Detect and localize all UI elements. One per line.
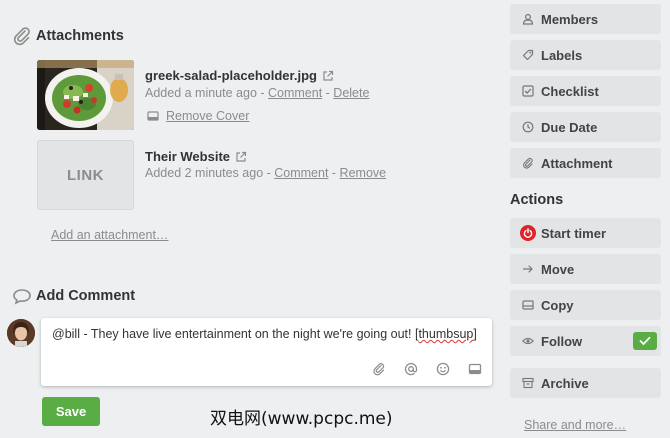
card-icon[interactable] — [468, 362, 482, 376]
attachments-header: Attachments — [12, 26, 124, 46]
sidebar-start-timer-button[interactable]: Start timer — [510, 218, 661, 248]
attachment-label: Attachment — [541, 155, 613, 171]
labels-label: Labels — [541, 47, 583, 63]
attachment-thumbnail-salad[interactable] — [37, 60, 134, 130]
attachment-added-time: Added 2 minutes ago — [145, 166, 264, 180]
attachment-meta: Added 2 minutes ago - Comment - Remove — [145, 166, 386, 180]
archive-icon — [522, 377, 534, 389]
person-icon — [522, 13, 534, 25]
comment-toolbar — [372, 362, 482, 376]
comment-text-main: @bill - They have live entertainment on … — [52, 327, 419, 341]
attachment-comment-link[interactable]: Comment — [268, 86, 322, 100]
paperclip-icon — [13, 27, 30, 46]
card-cover-icon — [147, 111, 159, 121]
attachment-title[interactable]: Their Website — [145, 149, 247, 164]
actions-title: Actions — [510, 192, 564, 208]
separator: - — [256, 86, 268, 100]
attachment-delete-link[interactable]: Delete — [333, 86, 369, 100]
sidebar-copy-button[interactable]: Copy — [510, 290, 661, 320]
add-comment-header: Add Comment — [12, 286, 135, 306]
sidebar-move-button[interactable]: Move — [510, 254, 661, 284]
sidebar-attachment-button[interactable]: Attachment — [510, 148, 661, 178]
attachment-name-link[interactable]: greek-salad-placeholder.jpg — [145, 68, 317, 83]
archive-label: Archive — [541, 375, 589, 391]
eye-icon — [522, 337, 534, 345]
checklist-label: Checklist — [541, 83, 599, 99]
attachment-added-time: Added a minute ago — [145, 86, 257, 100]
external-link-icon[interactable] — [235, 151, 247, 163]
attachment-title[interactable]: greek-salad-placeholder.jpg — [145, 68, 334, 83]
copy-label: Copy — [541, 297, 574, 313]
tag-icon — [522, 49, 534, 61]
sidebar-archive-button[interactable]: Archive — [510, 368, 661, 398]
sidebar-members-button[interactable]: Members — [510, 4, 661, 34]
speech-bubble-icon — [13, 289, 31, 305]
comment-text[interactable]: @bill - They have live entertainment on … — [52, 327, 477, 341]
sidebar-checklist-button[interactable]: Checklist — [510, 76, 661, 106]
emoji-icon[interactable] — [436, 362, 450, 376]
power-icon — [520, 225, 536, 241]
members-label: Members — [541, 11, 599, 27]
comment-text-end: ] — [473, 327, 477, 341]
checkmark-icon — [639, 336, 651, 346]
arrow-right-icon — [522, 265, 533, 273]
separator: - — [263, 166, 275, 180]
attachments-title: Attachments — [36, 28, 124, 44]
watermark-text: 双电网(www.pcpc.me) — [210, 409, 393, 429]
mention-icon[interactable] — [404, 362, 418, 376]
start-timer-label: Start timer — [541, 225, 607, 241]
copy-icon — [522, 300, 534, 310]
sidebar-follow-button[interactable]: Follow — [510, 326, 661, 356]
checkbox-icon — [522, 85, 534, 97]
due-date-label: Due Date — [541, 119, 598, 135]
comment-text-misspelled: thumbsup — [418, 327, 474, 341]
clock-icon — [522, 121, 534, 133]
comment-input[interactable]: @bill - They have live entertainment on … — [41, 318, 492, 386]
share-and-more-link[interactable]: Share and more… — [524, 418, 626, 432]
sidebar-labels-button[interactable]: Labels — [510, 40, 661, 70]
save-button[interactable]: Save — [42, 397, 100, 426]
separator: - — [328, 166, 340, 180]
attachment-icon[interactable] — [372, 362, 386, 376]
follow-label: Follow — [541, 333, 583, 349]
attachment-meta: Added a minute ago - Comment - Delete — [145, 86, 369, 100]
paperclip-icon — [523, 157, 533, 169]
move-label: Move — [541, 261, 575, 277]
attachment-thumbnail-link[interactable]: LINK — [37, 140, 134, 210]
user-photo-icon — [7, 319, 35, 347]
separator: - — [322, 86, 334, 100]
link-thumb-label: LINK — [67, 166, 104, 184]
remove-cover-button[interactable]: Remove Cover — [147, 109, 249, 123]
attachment-remove-link[interactable]: Remove — [340, 166, 387, 180]
external-link-icon[interactable] — [322, 70, 334, 82]
follow-checked-badge — [633, 332, 657, 350]
avatar[interactable] — [7, 319, 35, 347]
add-attachment-link[interactable]: Add an attachment… — [51, 228, 168, 242]
salad-photo-icon — [37, 60, 134, 130]
sidebar-due-date-button[interactable]: Due Date — [510, 112, 661, 142]
remove-cover-label[interactable]: Remove Cover — [166, 109, 249, 123]
attachment-name-link[interactable]: Their Website — [145, 149, 230, 164]
attachment-comment-link[interactable]: Comment — [274, 166, 328, 180]
add-comment-title: Add Comment — [36, 288, 136, 304]
